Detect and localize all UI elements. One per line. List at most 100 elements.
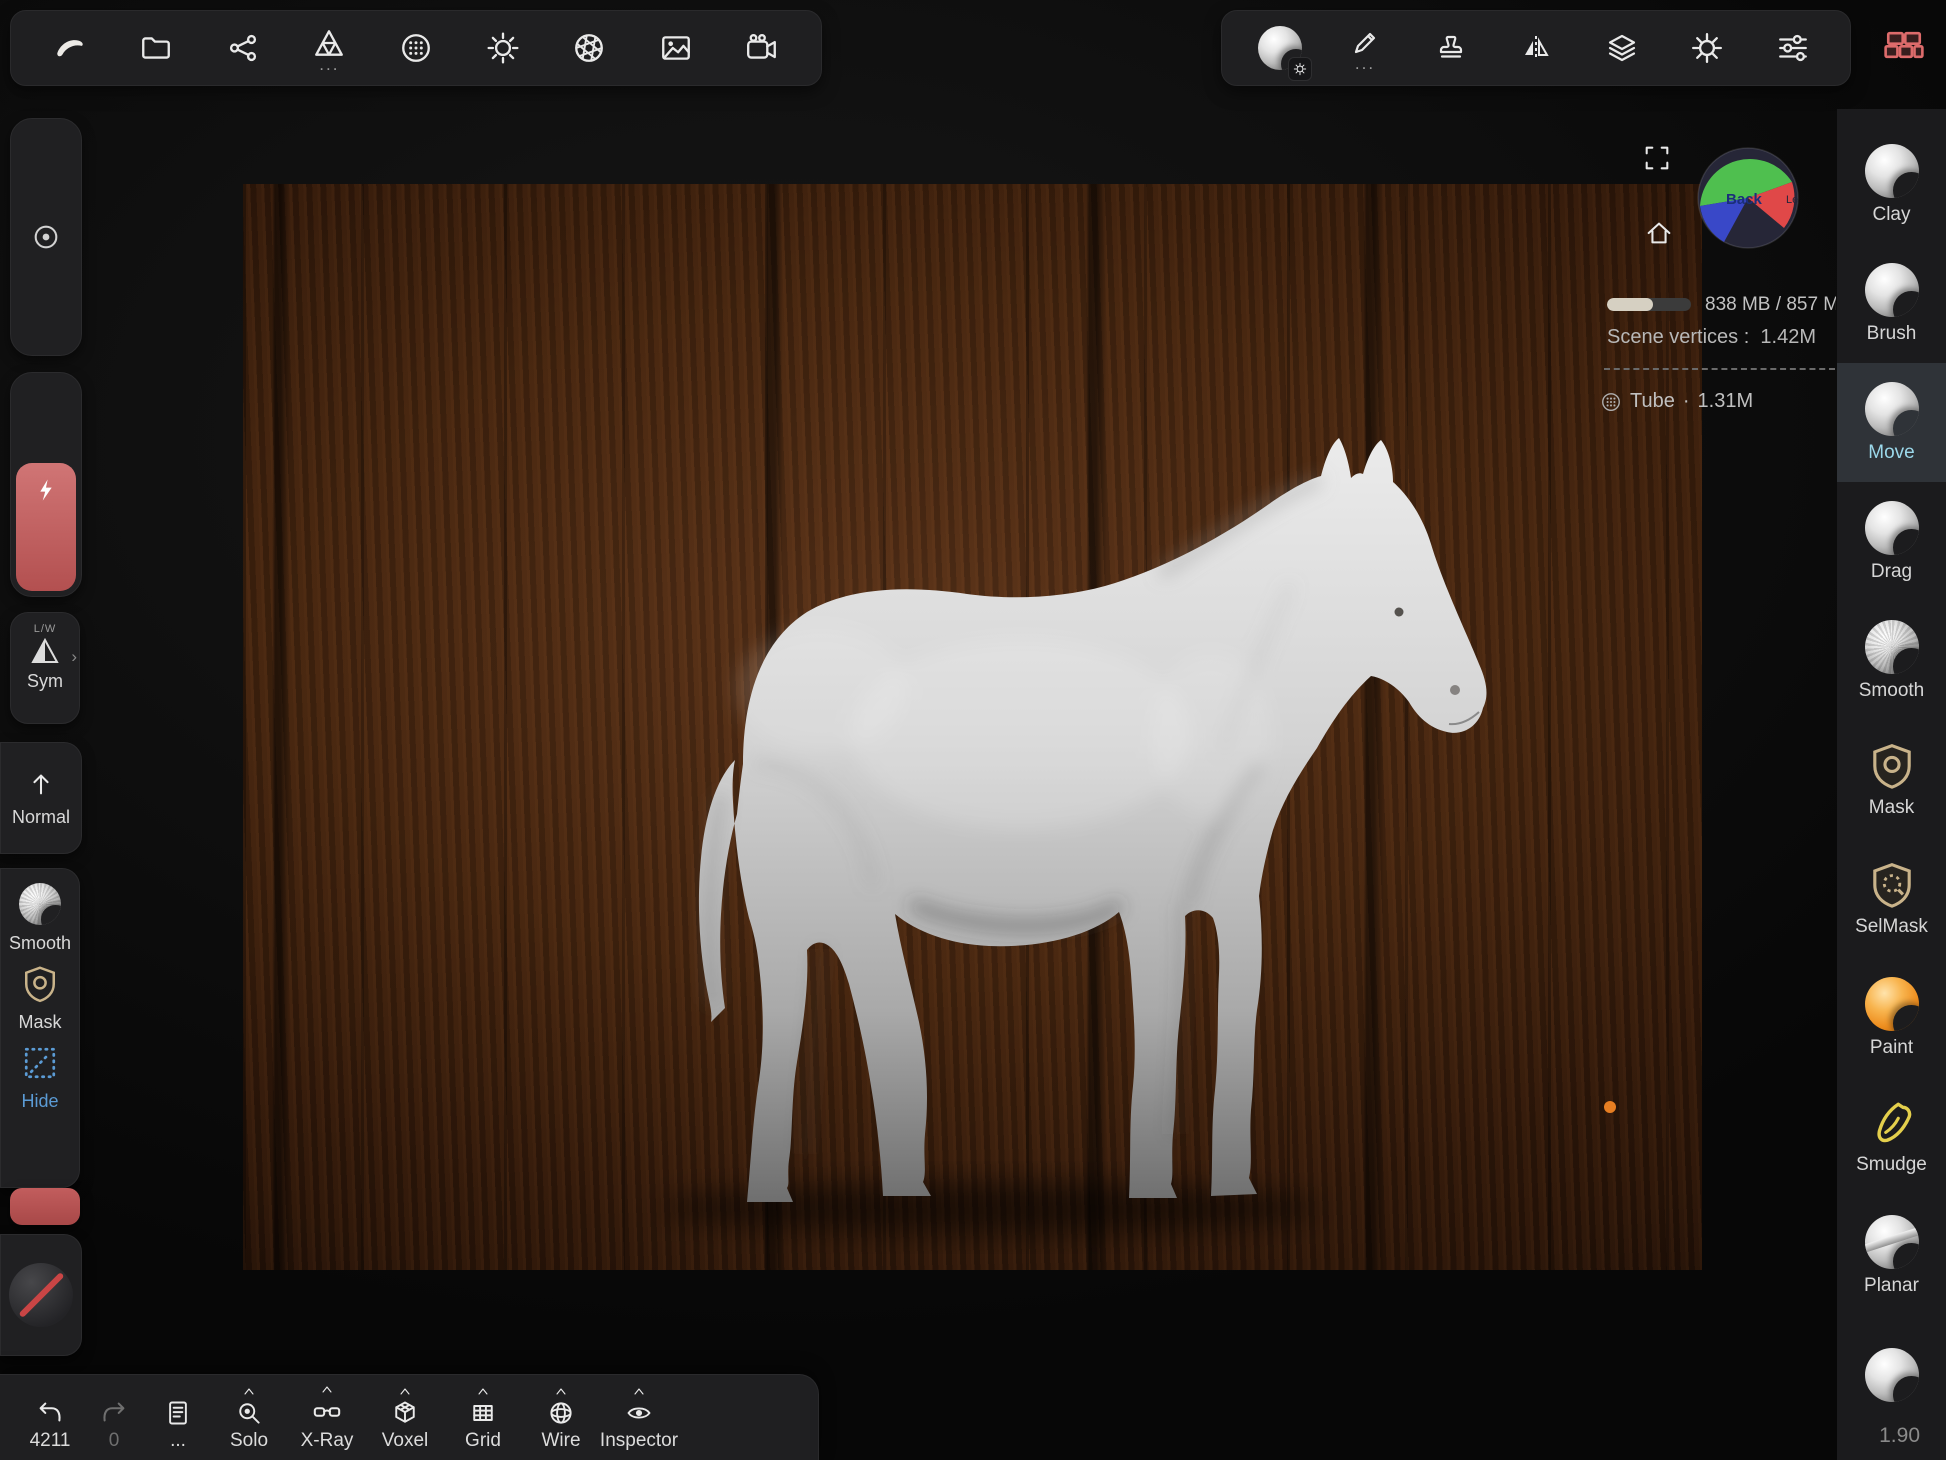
intensity-slider[interactable] — [10, 372, 82, 597]
undo-button[interactable]: 4211 — [18, 1397, 82, 1452]
xray-toggle[interactable]: X-Ray — [288, 1397, 366, 1452]
quick-smooth-button[interactable]: Smooth — [9, 883, 71, 954]
chevron-right-icon[interactable]: › — [71, 647, 77, 667]
memory-bar — [1607, 298, 1691, 311]
material-button[interactable] — [1252, 17, 1308, 79]
memory-bar-fill — [1607, 298, 1653, 311]
tool-smudge[interactable]: Smudge — [1837, 1077, 1946, 1196]
memory-text: 838 MB / 857 M — [1705, 294, 1836, 316]
stroke-settings-button[interactable] — [1765, 17, 1821, 79]
tool-mask[interactable]: Mask — [1837, 720, 1946, 839]
top-left-toolbar: ... — [10, 10, 822, 86]
chevron-up-icon[interactable] — [241, 1385, 257, 1397]
tool-label: Drag — [1871, 561, 1912, 583]
falloff-none-button[interactable] — [0, 1234, 82, 1356]
quick-mask-button[interactable]: Mask — [18, 964, 61, 1033]
chevron-up-icon[interactable] — [397, 1385, 413, 1397]
nav-gizmo[interactable]: Back Le — [1696, 146, 1800, 250]
tool-paint[interactable]: Paint — [1837, 958, 1946, 1077]
app-menu-button[interactable] — [42, 17, 98, 79]
camera-button[interactable] — [734, 17, 790, 79]
scene-more-dots: ... — [319, 62, 339, 70]
toggle-label: X-Ray — [301, 1430, 354, 1452]
symmetry-button[interactable] — [1508, 17, 1564, 79]
scene-vertices-value: 1.42M — [1760, 326, 1816, 348]
topology-button[interactable] — [388, 17, 444, 79]
redo-button[interactable]: 0 — [82, 1397, 146, 1452]
symmetry-toggle[interactable]: L/W Sym › — [10, 612, 80, 724]
mirror-icon — [1520, 32, 1552, 64]
object-vertices: 1.31M — [1698, 390, 1754, 413]
wire-toggle[interactable]: Wire — [522, 1399, 600, 1452]
tool-label: Smooth — [1859, 680, 1924, 702]
gear-icon — [1690, 31, 1724, 65]
solo-magnifier-icon — [235, 1399, 263, 1427]
tool-label: SelMask — [1855, 916, 1928, 938]
settings-button[interactable] — [1679, 17, 1735, 79]
fullscreen-button[interactable] — [1642, 143, 1672, 173]
tool-partial[interactable] — [1837, 1315, 1946, 1434]
stamp-button[interactable] — [1423, 17, 1479, 79]
smudge-icon — [1867, 1098, 1917, 1148]
dotted-sphere-icon — [399, 31, 433, 65]
inspector-toggle[interactable]: Inspector — [600, 1399, 678, 1452]
tool-move[interactable]: Move — [1837, 363, 1946, 482]
dashed-separator — [1604, 368, 1835, 370]
video-camera-icon — [745, 31, 779, 65]
tool-label: Brush — [1867, 323, 1917, 345]
object-separator: · — [1683, 390, 1690, 413]
history-more-dots: ... — [170, 1430, 186, 1452]
tool-label: Clay — [1872, 204, 1910, 226]
postprocess-button[interactable] — [561, 17, 617, 79]
layers-button[interactable] — [1594, 17, 1650, 79]
history-button[interactable]: ... — [146, 1399, 210, 1452]
chevron-up-icon[interactable] — [319, 1383, 335, 1395]
tool-planar[interactable]: Planar — [1837, 1196, 1946, 1315]
wireframe-icon — [547, 1399, 575, 1427]
toggle-label: Grid — [465, 1430, 501, 1452]
sun-icon — [486, 31, 520, 65]
tool-label: Planar — [1864, 1275, 1919, 1297]
sym-label: Sym — [27, 671, 63, 692]
quick-hide-label: Hide — [21, 1091, 58, 1112]
tool-clay[interactable]: Clay — [1837, 125, 1946, 244]
viewport-canvas[interactable] — [243, 184, 1702, 1270]
stroke-mode-button[interactable]: Normal — [0, 742, 82, 854]
quick-tools-panel: Smooth Mask Hide — [0, 868, 80, 1188]
files-button[interactable] — [128, 17, 184, 79]
background-button[interactable] — [648, 17, 704, 79]
quick-hide-button[interactable]: Hide — [20, 1043, 60, 1112]
dotted-sphere-icon — [1600, 391, 1622, 413]
grid-toggle[interactable]: Grid — [444, 1399, 522, 1452]
move-sphere-icon — [1865, 382, 1919, 436]
fullscreen-icon — [1642, 143, 1672, 173]
home-icon — [1644, 218, 1674, 248]
chevron-up-icon[interactable] — [553, 1385, 569, 1397]
tool-label: Paint — [1870, 1037, 1913, 1059]
solo-toggle[interactable]: Solo — [210, 1399, 288, 1452]
red-slider-sliver[interactable] — [10, 1188, 80, 1225]
image-icon — [659, 31, 693, 65]
toggle-label: Inspector — [600, 1430, 678, 1452]
tool-selmask[interactable]: SelMask — [1837, 839, 1946, 958]
lighting-button[interactable] — [475, 17, 531, 79]
nomad-logo-icon — [53, 31, 87, 65]
tool-smooth[interactable]: Smooth — [1837, 601, 1946, 720]
gizmo-edge-label: Le — [1786, 194, 1798, 206]
chevron-up-icon[interactable] — [631, 1385, 647, 1397]
home-button[interactable] — [1644, 218, 1674, 248]
toggle-label: Solo — [230, 1430, 268, 1452]
chevron-up-icon[interactable] — [475, 1385, 491, 1397]
voxel-toggle[interactable]: Voxel — [366, 1399, 444, 1452]
redo-count: 0 — [109, 1430, 120, 1452]
tool-brush[interactable]: Brush — [1837, 244, 1946, 363]
scene-button[interactable]: ... — [301, 17, 357, 79]
export-button[interactable] — [215, 17, 271, 79]
object-stats-row: Tube · 1.31M — [1600, 390, 1753, 413]
dotted-selection-icon — [20, 1043, 60, 1083]
falloff-button[interactable] — [10, 118, 82, 356]
tool-drag[interactable]: Drag — [1837, 482, 1946, 601]
toggle-label: Wire — [541, 1430, 580, 1452]
bake-button[interactable] — [1879, 20, 1929, 70]
paint-settings-button[interactable]: ... — [1337, 17, 1393, 79]
